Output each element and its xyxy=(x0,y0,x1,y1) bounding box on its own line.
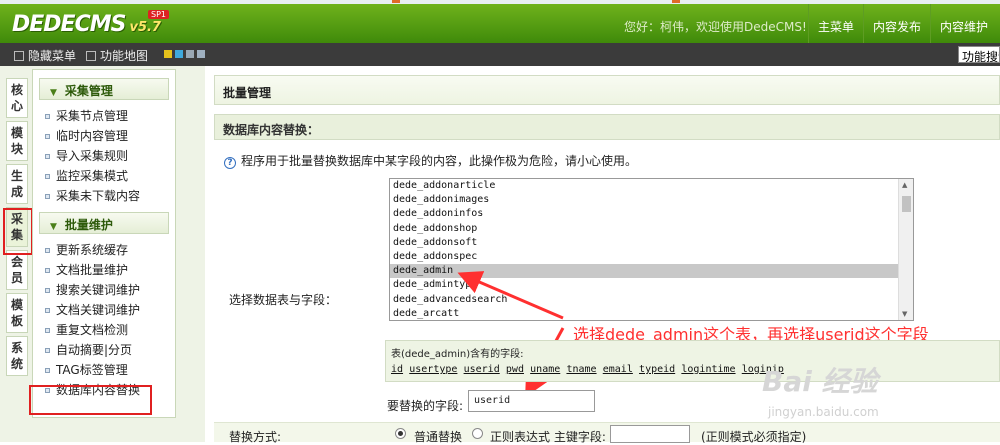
hide-menu-icon xyxy=(14,51,24,61)
welcome-text: 您好：柯伟，欢迎使用DedeCMS! xyxy=(624,20,807,34)
regex-note: (正则模式必须指定) xyxy=(701,430,807,444)
field-link[interactable]: uname xyxy=(530,364,560,375)
bullet-icon xyxy=(45,308,50,313)
bullet-icon xyxy=(45,348,50,353)
sidebar-menu: ▼ 采集管理 采集节点管理 临时内容管理 导入采集规则 监控采集模式 采集未下载内… xyxy=(32,69,176,418)
skin-swatch-3[interactable] xyxy=(186,50,194,58)
bullet-icon xyxy=(45,368,50,373)
fields-title: 表(dede_admin)含有的字段: xyxy=(391,349,524,360)
bullet-icon xyxy=(45,194,50,199)
highlight-db-replace xyxy=(29,385,152,415)
primary-key-input[interactable] xyxy=(610,425,690,443)
menu-item[interactable]: 重复文档检测 xyxy=(33,318,175,338)
menu-item[interactable]: 临时内容管理 xyxy=(33,124,175,144)
function-map-button[interactable]: 功能地图 xyxy=(86,47,148,64)
arrow-to-table xyxy=(457,271,564,320)
function-search-input[interactable]: 功能搜索 xyxy=(958,46,1000,63)
highlight-collect-tab xyxy=(3,208,33,255)
header-bar: DEDECMS v5.7 SP1 您好：柯伟，欢迎使用DedeCMS! 主菜单 内… xyxy=(0,4,1000,43)
bullet-icon xyxy=(45,288,50,293)
radio-regex-label: 正则表达式 主键字段: xyxy=(490,430,606,444)
tab-core[interactable]: 核心 xyxy=(6,78,28,118)
field-link[interactable]: usertype xyxy=(409,364,457,375)
chevron-down-icon: ▼ xyxy=(50,222,57,232)
field-link[interactable]: pwd xyxy=(506,364,524,375)
menu-item[interactable]: 采集未下载内容 xyxy=(33,184,175,204)
tab-generate[interactable]: 生成 xyxy=(6,164,28,204)
bullet-icon xyxy=(45,268,50,273)
menu-item[interactable]: 自动摘要|分页 xyxy=(33,338,175,358)
radio-normal[interactable] xyxy=(395,428,406,439)
fields-box: 表(dede_admin)含有的字段: id usertype userid p… xyxy=(385,340,1000,382)
radio-regex[interactable] xyxy=(472,428,483,439)
field-link[interactable]: id xyxy=(391,364,403,375)
top-nav: 主菜单 内容发布 内容维护 xyxy=(808,4,997,43)
annotation-arrows xyxy=(457,271,565,398)
field-link[interactable]: tname xyxy=(566,364,596,375)
nav-main-menu[interactable]: 主菜单 xyxy=(808,4,863,43)
replace-field-label: 要替换的字段: xyxy=(387,399,464,413)
field-link[interactable]: userid xyxy=(464,364,500,375)
hide-menu-button[interactable]: 隐藏菜单 xyxy=(14,47,76,64)
tab-member[interactable]: 会员 xyxy=(6,250,28,290)
bullet-icon xyxy=(45,248,50,253)
group-collect-manage[interactable]: ▼ 采集管理 xyxy=(39,78,169,100)
mode-label: 替换方式: xyxy=(229,430,282,444)
dedecms-logo: DEDECMS v5.7 xyxy=(12,12,161,37)
tab-system[interactable]: 系统 xyxy=(6,336,28,376)
field-link[interactable]: logintime xyxy=(681,364,735,375)
menu-item[interactable]: 导入采集规则 xyxy=(33,144,175,164)
radio-normal-label: 普通替换 xyxy=(414,430,463,444)
replace-field-input[interactable]: userid xyxy=(468,390,595,412)
nav-content-publish[interactable]: 内容发布 xyxy=(863,4,930,43)
bullet-icon xyxy=(45,134,50,139)
grid-icon xyxy=(86,51,96,61)
nav-content-maintain[interactable]: 内容维护 xyxy=(930,4,997,43)
bullet-icon xyxy=(45,154,50,159)
bullet-icon xyxy=(45,328,50,333)
menu-item[interactable]: 监控采集模式 xyxy=(33,164,175,184)
skin-swatch-1[interactable] xyxy=(164,50,172,58)
toolbar: 隐藏菜单 功能地图 功能搜索 xyxy=(0,43,1000,66)
tab-module[interactable]: 模块 xyxy=(6,121,28,161)
tab-template[interactable]: 模板 xyxy=(6,293,28,333)
bullet-icon xyxy=(45,114,50,119)
sp1-badge: SP1 xyxy=(148,10,169,19)
menu-item[interactable]: 文档批量维护 xyxy=(33,258,175,278)
bullet-icon xyxy=(45,174,50,179)
menu-item[interactable]: 更新系统缓存 xyxy=(33,238,175,258)
menu-item[interactable]: 文档关键词维护 xyxy=(33,298,175,318)
menu-item[interactable]: 采集节点管理 xyxy=(33,104,175,124)
field-link[interactable]: typeid xyxy=(639,364,675,375)
skin-swatch-4[interactable] xyxy=(197,50,205,58)
main-panel: 批量管理 数据库内容替换： ? 程序用于批量替换数据库中某字段的内容，此操作极为危… xyxy=(205,66,1000,444)
field-link[interactable]: email xyxy=(603,364,633,375)
chevron-down-icon: ▼ xyxy=(50,88,57,98)
menu-item[interactable]: TAG标签管理 xyxy=(33,358,175,378)
skin-swatch-2[interactable] xyxy=(175,50,183,58)
menu-item[interactable]: 搜索关键词维护 xyxy=(33,278,175,298)
baidu-watermark: Bai 经验 xyxy=(762,365,878,398)
replace-mode-row: 替换方式: 普通替换 正则表达式 主键字段: (正则模式必须指定) xyxy=(214,422,1000,444)
group-batch-maintain[interactable]: ▼ 批量维护 xyxy=(39,212,169,234)
baidu-watermark-url: jingyan.baidu.com xyxy=(768,405,879,419)
field-links: id usertype userid pwd uname tname email… xyxy=(391,364,999,375)
